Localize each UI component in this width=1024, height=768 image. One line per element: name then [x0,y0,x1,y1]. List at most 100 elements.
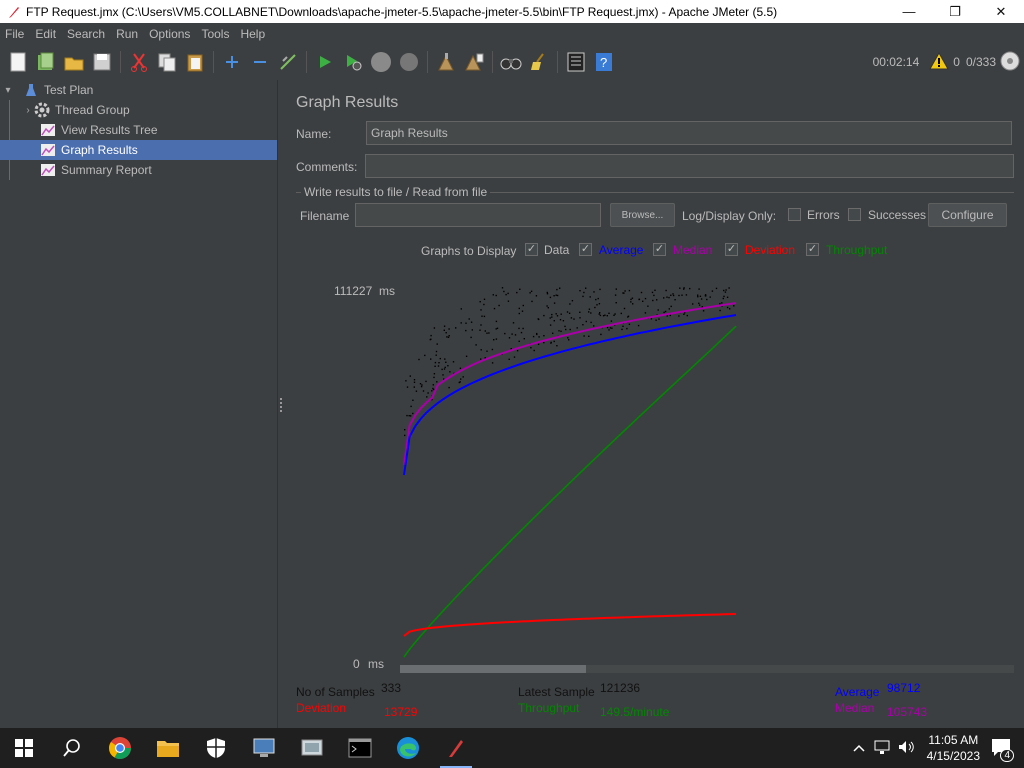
data-point [434,361,437,364]
data-point [569,303,571,305]
tree-item-graph-results[interactable]: Graph Results [0,140,277,160]
copy-icon[interactable] [153,48,181,76]
menu-edit[interactable]: Edit [30,27,62,41]
collapse-all-icon[interactable] [246,48,274,76]
data-point [488,332,490,334]
menu-file[interactable]: File [0,27,30,41]
minimize-button[interactable]: — [886,0,932,23]
name-field[interactable]: Graph Results [366,121,1012,145]
chevron-down-icon[interactable]: ▾ [2,85,14,96]
windows-start-icon[interactable] [0,728,48,768]
no-of-samples-value: 333 [381,681,402,695]
clear-all-icon[interactable] [460,48,488,76]
menu-help[interactable]: Help [235,27,271,41]
edge-browser-icon[interactable] [384,728,432,768]
save-icon[interactable] [88,48,116,76]
successes-checkbox[interactable] [848,208,861,221]
search-binoculars-icon[interactable] [497,48,525,76]
data-point [621,328,623,331]
data-point [615,302,617,304]
data-point [666,296,668,298]
average-checkbox[interactable] [579,243,592,256]
tree-item-thread-group[interactable]: › Thread Group [0,100,277,120]
help-icon[interactable]: ? [590,48,618,76]
menu-search[interactable]: Search [62,27,111,41]
data-point [549,324,552,326]
chrome-icon[interactable] [96,728,144,768]
data-point [685,294,688,296]
data-point [491,348,494,351]
configure-button[interactable]: Configure [928,203,1007,227]
data-point [556,345,558,347]
data-point [504,332,506,335]
listener-chart-icon [40,142,56,158]
file-explorer-icon[interactable] [144,728,192,768]
function-helper-icon[interactable] [562,48,590,76]
chevron-up-icon[interactable] [853,741,865,755]
splitter-grip[interactable] [280,398,282,412]
close-button[interactable]: ✕ [978,0,1024,23]
start-no-pause-icon[interactable] [339,48,367,76]
search-icon[interactable] [48,728,96,768]
volume-icon[interactable] [897,739,915,758]
templates-icon[interactable] [32,48,60,76]
data-point [599,314,602,317]
menu-run[interactable]: Run [111,27,144,41]
expand-all-icon[interactable] [218,48,246,76]
data-point [413,381,416,383]
command-prompt-icon[interactable] [336,728,384,768]
data-point [640,291,643,294]
maximize-button[interactable]: ❐ [932,0,978,23]
remote-desktop-icon[interactable] [240,728,288,768]
data-point [522,304,524,307]
data-point [441,368,443,371]
network-icon[interactable] [873,739,891,758]
panel-splitter[interactable] [277,80,283,728]
data-point [532,335,535,338]
toggle-icon[interactable] [274,48,302,76]
menu-options[interactable]: Options [144,27,196,41]
reset-search-broom-icon[interactable] [525,48,553,76]
data-point [445,332,447,334]
tree-item-summary-report[interactable]: Summary Report [0,160,277,180]
results-graph: 111227 ms 0 ms [284,265,1024,685]
tree-item-test-plan[interactable]: ▾ Test Plan [0,80,277,100]
throughput-checkbox[interactable] [806,243,819,256]
comments-field[interactable] [365,154,1014,178]
data-point [654,289,656,291]
data-point [436,343,438,345]
scrollbar-thumb[interactable] [400,665,586,673]
notification-center-icon[interactable]: 4 [990,737,1014,762]
data-point [672,293,674,295]
stop-icon[interactable] [367,48,395,76]
browse-button[interactable]: Browse... [610,203,675,227]
filename-field[interactable] [355,203,601,227]
cut-icon[interactable] [125,48,153,76]
data-point [697,296,699,298]
data-point [726,296,729,298]
data-point [452,361,455,363]
security-shield-icon[interactable] [192,728,240,768]
paste-icon[interactable] [181,48,209,76]
jmeter-taskbar-icon[interactable] [432,728,480,768]
deviation-checkbox[interactable] [725,243,738,256]
data-checkbox[interactable] [525,243,538,256]
open-icon[interactable] [60,48,88,76]
server-manager-icon[interactable] [288,728,336,768]
errors-checkbox[interactable] [788,208,801,221]
tree-item-view-results-tree[interactable]: View Results Tree [0,120,277,140]
chevron-right-icon[interactable]: › [22,105,34,116]
data-point [722,297,724,300]
data-point [579,290,581,292]
data-point [530,347,532,349]
data-point [415,390,418,392]
median-checkbox[interactable] [653,243,666,256]
system-clock[interactable]: 11:05 AM 4/15/2023 [927,732,980,764]
clear-icon[interactable] [432,48,460,76]
graph-horizontal-scrollbar[interactable] [400,665,1014,673]
new-icon[interactable] [4,48,32,76]
shutdown-icon[interactable] [395,48,423,76]
start-icon[interactable] [311,48,339,76]
menu-tools[interactable]: Tools [196,27,235,41]
warning-icon[interactable] [929,51,950,73]
